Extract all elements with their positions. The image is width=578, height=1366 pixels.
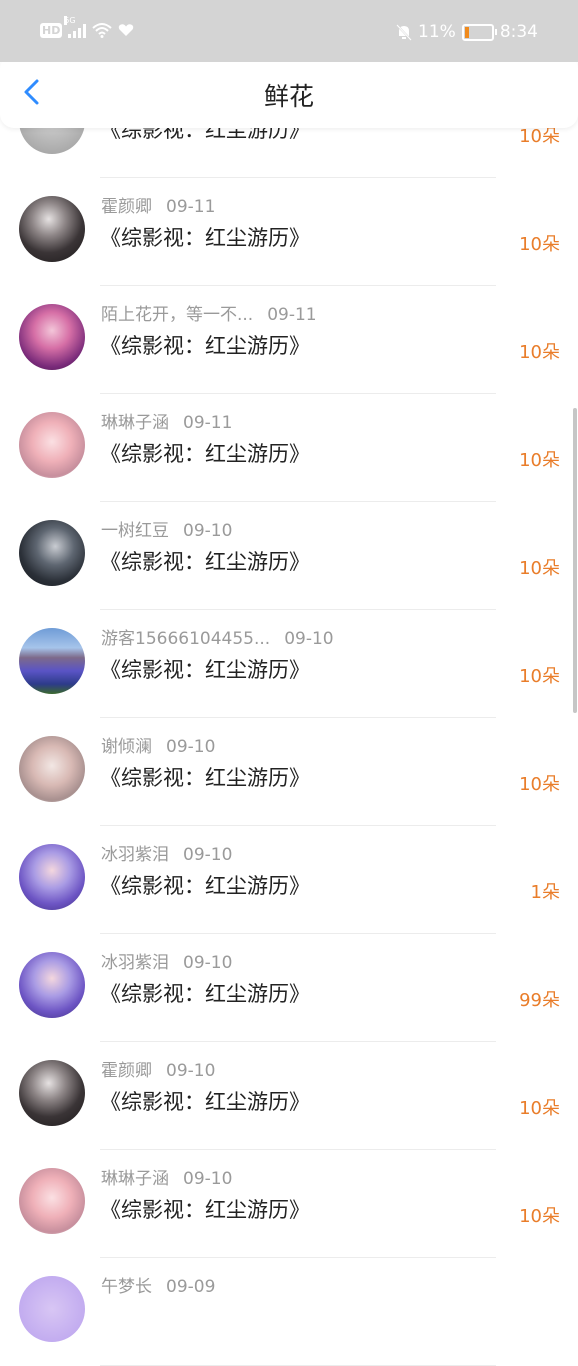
- user-name: 谢倾澜: [101, 737, 152, 757]
- flower-amount: 10朵: [519, 1206, 560, 1227]
- avatar[interactable]: [19, 1060, 85, 1126]
- status-bar: HD 5G 11% 8:34: [0, 0, 578, 62]
- gift-date: 09-10: [284, 629, 334, 649]
- flower-amount: 99朵: [519, 990, 560, 1011]
- item-meta: 琳琳子涵 09-10: [101, 1164, 232, 1189]
- flower-amount: 10朵: [519, 774, 560, 795]
- scrollbar[interactable]: [573, 408, 577, 713]
- list-item[interactable]: 冰羽紫泪 09-10 《综影视：红尘游历》 1朵: [0, 826, 578, 934]
- flower-amount: 10朵: [519, 558, 560, 579]
- book-title: 《综影视：红尘游历》: [100, 226, 310, 250]
- book-title: 《综影视：红尘游历》: [100, 658, 310, 682]
- battery-percent: 11%: [418, 22, 456, 42]
- item-meta: 一树红豆 09-10: [101, 516, 232, 541]
- status-right: 11% 8:34: [396, 22, 538, 42]
- item-meta: 午梦长 09-09: [101, 1272, 215, 1297]
- item-meta: 冰羽紫泪 09-10: [101, 840, 232, 865]
- gift-date: 09-09: [166, 1277, 216, 1297]
- book-title: 《综影视：红尘游历》: [100, 334, 310, 358]
- user-name: 冰羽紫泪: [101, 953, 169, 973]
- user-name: 霍颜卿: [101, 197, 152, 217]
- avatar[interactable]: [19, 736, 85, 802]
- user-name: 游客15666104455...: [101, 629, 271, 649]
- list-item[interactable]: 琳琳子涵 09-10 《综影视：红尘游历》 10朵: [0, 1150, 578, 1258]
- item-meta: 霍颜卿 09-11: [101, 192, 215, 217]
- list-item[interactable]: 陌上花开，等一不... 09-11 《综影视：红尘游历》 10朵: [0, 286, 578, 394]
- book-title: 《综影视：红尘游历》: [100, 1090, 310, 1114]
- user-name: 一树红豆: [101, 521, 169, 541]
- user-name: 午梦长: [101, 1277, 152, 1297]
- top-navigation-bar: 鲜花: [0, 55, 578, 128]
- gift-date: 09-10: [166, 1061, 216, 1081]
- gift-date: 09-11: [267, 305, 317, 325]
- flower-amount: 10朵: [519, 666, 560, 687]
- flower-amount: 1朵: [530, 882, 560, 903]
- item-meta: 冰羽紫泪 09-10: [101, 948, 232, 973]
- book-title: 《综影视：红尘游历》: [100, 874, 310, 898]
- heart-icon: [119, 24, 134, 36]
- list-item[interactable]: 游客15666104455... 09-10 《综影视：红尘游历》 10朵: [0, 610, 578, 718]
- signal-icon: 5G: [64, 16, 87, 38]
- book-title: 《综影视：红尘游历》: [100, 1198, 310, 1222]
- status-left: HD 5G: [40, 16, 134, 38]
- user-name: 琳琳子涵: [101, 413, 169, 433]
- list-item[interactable]: 午梦长 09-09: [0, 1258, 578, 1366]
- item-meta: 霍颜卿 09-10: [101, 1056, 215, 1081]
- hd-badge: HD: [40, 22, 63, 38]
- item-meta: 游客15666104455... 09-10: [101, 624, 334, 649]
- wifi-icon: [92, 23, 113, 38]
- avatar[interactable]: [19, 520, 85, 586]
- list-item[interactable]: 琳琳子涵 09-11 《综影视：红尘游历》 10朵: [0, 394, 578, 502]
- list-item[interactable]: 谢倾澜 09-10 《综影视：红尘游历》 10朵: [0, 718, 578, 826]
- flower-amount: 10朵: [519, 1098, 560, 1119]
- flower-amount: 10朵: [519, 450, 560, 471]
- gift-date: 09-10: [183, 1169, 233, 1189]
- user-name: 陌上花开，等一不...: [101, 305, 254, 325]
- flower-amount: 10朵: [519, 234, 560, 255]
- user-name: 琳琳子涵: [101, 1169, 169, 1189]
- flower-record-list: 《综影视：红尘游历》 10朵 霍颜卿 09-11 《综影视：红尘游历》 10朵 陌上花开，等…: [0, 70, 578, 1366]
- clock: 8:34: [499, 22, 538, 42]
- list-item[interactable]: 一树红豆 09-10 《综影视：红尘游历》 10朵: [0, 502, 578, 610]
- gift-date: 09-10: [183, 521, 233, 541]
- gift-date: 09-10: [183, 845, 233, 865]
- gift-date: 09-10: [166, 737, 216, 757]
- avatar[interactable]: [19, 412, 85, 478]
- avatar[interactable]: [19, 628, 85, 694]
- avatar[interactable]: [19, 304, 85, 370]
- item-meta: 琳琳子涵 09-11: [101, 408, 232, 433]
- item-meta: 陌上花开，等一不... 09-11: [101, 300, 317, 325]
- battery-icon: [461, 23, 497, 41]
- avatar[interactable]: [19, 1168, 85, 1234]
- avatar[interactable]: [19, 1276, 85, 1342]
- gift-date: 09-10: [183, 953, 233, 973]
- avatar[interactable]: [19, 196, 85, 262]
- book-title: 《综影视：红尘游历》: [100, 442, 310, 466]
- book-title: 《综影视：红尘游历》: [100, 766, 310, 790]
- list-item[interactable]: 冰羽紫泪 09-10 《综影视：红尘游历》 99朵: [0, 934, 578, 1042]
- page-title: 鲜花: [263, 82, 314, 111]
- book-title: 《综影视：红尘游历》: [100, 550, 310, 574]
- list-item[interactable]: 霍颜卿 09-10 《综影视：红尘游历》 10朵: [0, 1042, 578, 1150]
- network-label: 5G: [64, 16, 76, 25]
- user-name: 冰羽紫泪: [101, 845, 169, 865]
- mute-bell-icon: [396, 23, 412, 41]
- avatar[interactable]: [19, 844, 85, 910]
- flower-amount: 10朵: [519, 342, 560, 363]
- avatar[interactable]: [19, 952, 85, 1018]
- gift-date: 09-11: [183, 413, 233, 433]
- book-title: 《综影视：红尘游历》: [100, 982, 310, 1006]
- list-item[interactable]: 霍颜卿 09-11 《综影视：红尘游历》 10朵: [0, 178, 578, 286]
- gift-date: 09-11: [166, 197, 216, 217]
- user-name: 霍颜卿: [101, 1061, 152, 1081]
- item-meta: 谢倾澜 09-10: [101, 732, 215, 757]
